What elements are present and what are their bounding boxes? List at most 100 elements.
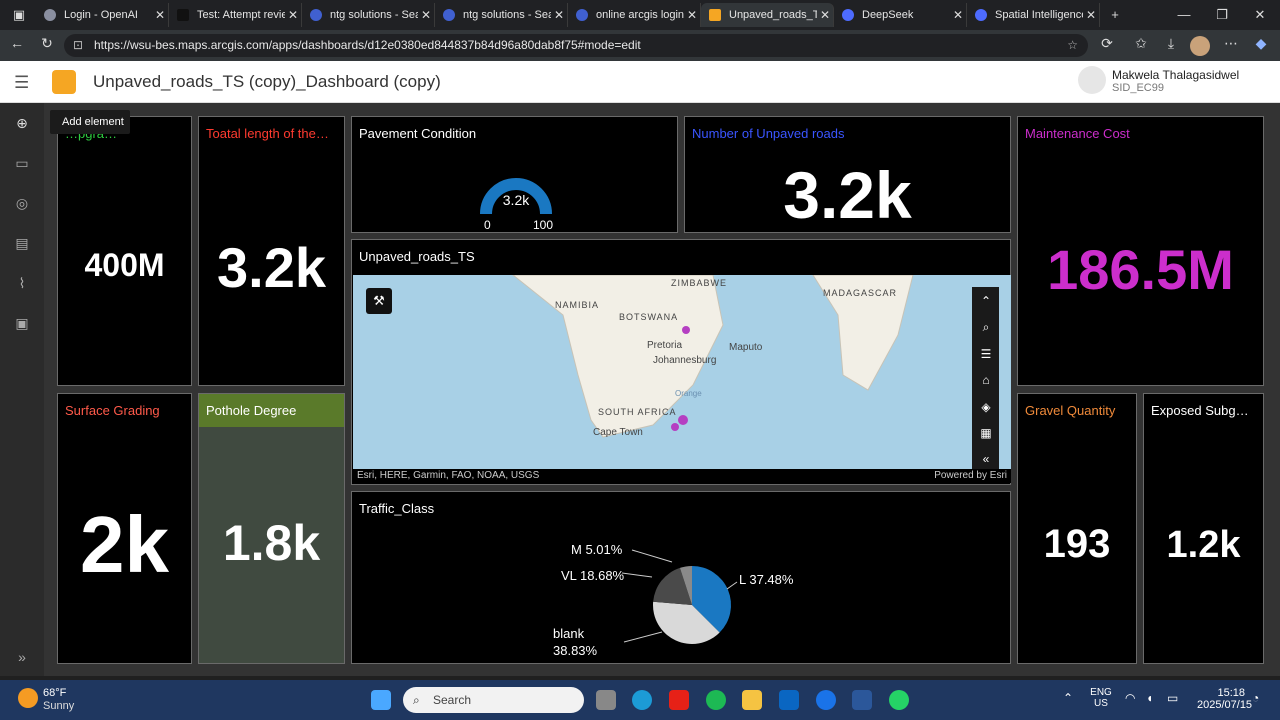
spotify-icon[interactable]	[706, 690, 726, 710]
youtube-icon[interactable]	[669, 690, 689, 710]
volume-icon[interactable]: ◖	[1146, 691, 1153, 705]
browser-tab[interactable]: Login - OpenAI ✕	[36, 3, 169, 27]
close-icon[interactable]: ✕	[152, 8, 168, 22]
browser-tab-active[interactable]: Unpaved_roads_TS✕	[701, 3, 834, 27]
minimize-icon[interactable]: —	[1165, 0, 1203, 30]
indicator-title: Surface Grading	[65, 403, 160, 418]
save-icon[interactable]: ▣	[12, 315, 32, 335]
indicator-value: 400M	[84, 247, 165, 283]
close-icon[interactable]: ✕	[551, 8, 567, 22]
menu-icon[interactable]: ☰	[14, 73, 29, 93]
pie-label-blank: blank	[553, 626, 585, 641]
indicator-surface-grading[interactable]: Surface Grading 2k	[57, 393, 192, 664]
close-window-icon[interactable]: ✕	[1241, 0, 1279, 30]
linkedin-icon[interactable]	[779, 690, 799, 710]
downloads-icon[interactable]: ⤓	[1160, 35, 1182, 52]
indicator-upgrade[interactable]: …pgra… 400M	[57, 116, 192, 386]
indicator-exposed-subgrade[interactable]: Exposed Subg… 1.2k	[1143, 393, 1264, 664]
powered-by[interactable]: Powered by Esri	[934, 470, 1007, 481]
browser-tab[interactable]: ntg solutions - Sea ✕	[435, 3, 568, 27]
map-label: SOUTH AFRICA	[598, 407, 677, 417]
file-explorer-icon[interactable]	[742, 690, 762, 710]
add-element-icon[interactable]: ⊕	[12, 115, 32, 135]
chevron-up-icon[interactable]: ⌃	[1063, 691, 1073, 705]
user-info[interactable]: Makwela Thalagasidwel SID_EC99	[1112, 68, 1239, 94]
edge-icon[interactable]	[632, 690, 652, 710]
indicator-gravel-quantity[interactable]: Gravel Quantity 193	[1017, 393, 1137, 664]
map-card[interactable]: Unpaved_roads_TS ZIMBABWE NAMIBIA BOTSWA…	[351, 239, 1011, 485]
close-icon[interactable]: ✕	[950, 8, 966, 22]
whatsapp-icon[interactable]	[889, 690, 909, 710]
map-label: Orange	[675, 389, 702, 398]
indicator-total-length[interactable]: Toatal length of the… 3.2k	[198, 116, 345, 386]
expand-rail-icon[interactable]: »	[12, 649, 32, 669]
indicator-pothole-degree[interactable]: Pothole Degree 1.8k	[198, 393, 345, 664]
collapse-left-icon[interactable]: «	[974, 447, 998, 471]
pie-chart-traffic-class[interactable]: Traffic_Class L 37.48% M 5.01% VL 18.68%…	[351, 491, 1011, 664]
weather-icon[interactable]	[18, 688, 38, 708]
indicator-title: Gravel Quantity	[1025, 403, 1116, 418]
taskbar-search[interactable]: ⌕ Search	[403, 687, 584, 713]
theme-icon[interactable]: ◎	[12, 195, 32, 215]
search-icon	[443, 9, 455, 21]
tab-actions-icon[interactable]: ▣	[0, 0, 38, 30]
avatar[interactable]	[1078, 66, 1106, 94]
gauge-value: 3.2k	[502, 192, 530, 208]
map-basemap	[512, 275, 914, 438]
notifications-icon[interactable]: ◔	[1252, 691, 1259, 705]
back-icon[interactable]: ←	[6, 35, 28, 51]
header-icon[interactable]: ▤	[12, 235, 32, 255]
battery-icon[interactable]: ▭	[1167, 691, 1178, 705]
extensions-icon[interactable]: ⟳	[1096, 35, 1118, 52]
layers-icon[interactable]: ◈	[974, 395, 998, 419]
map-view[interactable]: ZIMBABWE NAMIBIA BOTSWANA MADAGASCAR Pre…	[353, 275, 1011, 471]
leader-line	[726, 581, 738, 590]
pie-label-l: L 37.48%	[739, 572, 794, 587]
browser-tab[interactable]: ntg solutions - Sea ✕	[302, 3, 435, 27]
browser-tab[interactable]: online arcgis login ✕	[568, 3, 701, 27]
close-icon[interactable]: ✕	[285, 8, 301, 22]
wifi-icon[interactable]: ◠	[1125, 691, 1135, 705]
home-icon[interactable]: ⌂	[974, 368, 998, 392]
browser-tab[interactable]: Test: Attempt revie ✕	[169, 3, 302, 27]
more-menu-icon[interactable]: ⋯	[1220, 35, 1242, 52]
layout-icon[interactable]: ▭	[12, 155, 32, 175]
map-label: ZIMBABWE	[671, 278, 728, 288]
basemap-icon[interactable]: ▦	[974, 421, 998, 445]
refresh-icon[interactable]: ↻	[36, 35, 58, 52]
favorite-star-icon[interactable]: ☆	[1067, 34, 1078, 57]
collapse-up-icon[interactable]: ⌃	[974, 289, 998, 313]
app-icon[interactable]	[816, 690, 836, 710]
weather-desc: Sunny	[43, 700, 75, 712]
start-icon[interactable]	[371, 690, 391, 710]
map-title: Unpaved_roads_TS	[359, 249, 475, 264]
word-icon[interactable]	[852, 690, 872, 710]
close-icon[interactable]: ✕	[684, 8, 700, 22]
indicator-value: 1.2k	[1166, 524, 1241, 566]
browser-tab[interactable]: Spatial Intelligence ✕	[967, 3, 1100, 27]
url-input[interactable]: ⊡ https://wsu-bes.maps.arcgis.com/apps/d…	[64, 34, 1088, 57]
indicator-value: 1.8k	[222, 515, 321, 571]
close-icon[interactable]: ✕	[817, 8, 833, 22]
indicator-unpaved-count[interactable]: Number of Unpaved roads 3.2k	[684, 116, 1011, 233]
copilot-icon[interactable]: ◆	[1250, 35, 1272, 52]
map-label: Cape Town	[593, 427, 643, 438]
indicator-maintenance-cost[interactable]: Maintenance Cost 186.5M	[1017, 116, 1264, 386]
language-indicator[interactable]: ENG US	[1090, 687, 1112, 709]
clock[interactable]: 15:18 2025/07/15	[1197, 687, 1252, 711]
maximize-icon[interactable]: ❐	[1203, 0, 1241, 30]
favorites-icon[interactable]: ✩	[1130, 35, 1152, 52]
search-icon[interactable]: ⌕	[974, 315, 998, 339]
gauge-pavement-condition[interactable]: Pavement Condition 3.2k 0 100	[351, 116, 678, 233]
new-tab-icon[interactable]: +	[1096, 0, 1134, 30]
task-view-icon[interactable]	[596, 690, 616, 710]
legend-icon[interactable]: ☰	[974, 342, 998, 366]
browser-tab[interactable]: DeepSeek ✕	[834, 3, 967, 27]
chart-icon[interactable]: ⌇	[12, 275, 32, 295]
weather-temp: 68°F	[43, 687, 67, 699]
search-icon	[310, 9, 322, 21]
close-icon[interactable]: ✕	[418, 8, 434, 22]
indicator-title: Maintenance Cost	[1025, 126, 1130, 141]
profile-avatar[interactable]	[1190, 36, 1210, 56]
wrench-icon[interactable]: ⚒	[366, 288, 392, 314]
